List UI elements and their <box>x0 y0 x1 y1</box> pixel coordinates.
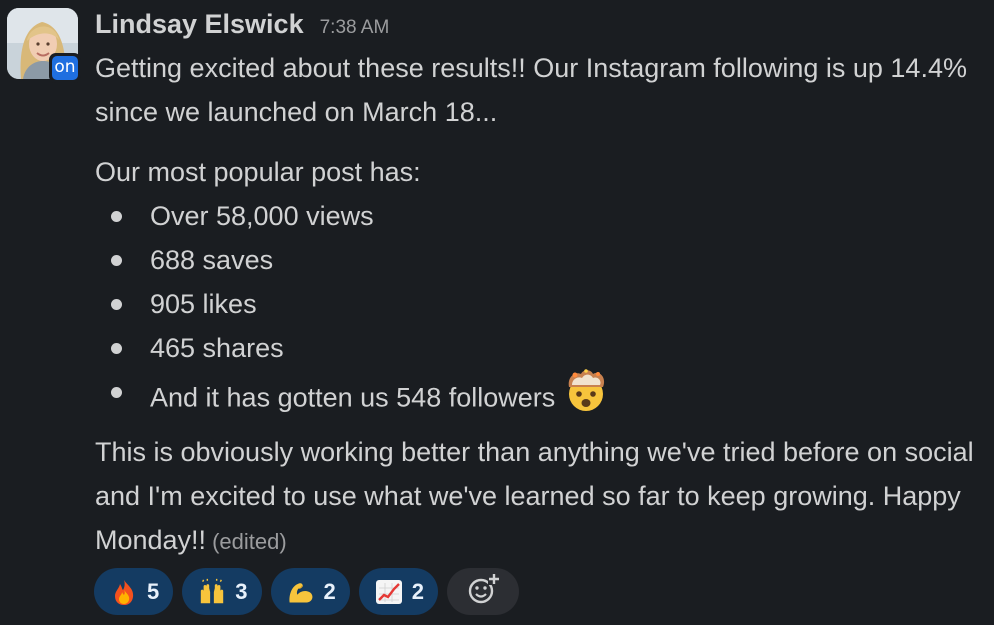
reaction-count: 5 <box>147 578 160 604</box>
edited-label: (edited) <box>212 529 287 554</box>
message: on Lindsay Elswick 7:38 AM Getting excit… <box>0 0 994 625</box>
bullet-list: Over 58,000 views 688 saves 905 likes 46… <box>95 194 990 414</box>
list-item: And it has gotten us 548 followers <box>95 369 990 414</box>
raising-hands-emoji <box>198 578 226 606</box>
list-item-text: 905 likes <box>150 289 257 319</box>
list-item-text: And it has gotten us 548 followers <box>150 382 556 413</box>
bullet-dot <box>111 387 122 398</box>
presence-indicator: on <box>49 53 81 83</box>
list-item: 465 shares <box>95 326 990 370</box>
message-paragraph: Getting excited about these results!! Ou… <box>95 53 967 127</box>
bullet-dot <box>111 299 122 310</box>
chart-increasing-emoji <box>375 578 403 606</box>
list-item: 688 saves <box>95 238 990 282</box>
exploding-head-emoji[interactable] <box>563 367 609 426</box>
reaction-fire[interactable]: 5 <box>94 568 174 615</box>
reaction-count: 3 <box>235 578 248 604</box>
add-emoji-icon <box>466 572 500 611</box>
list-item-text: 465 shares <box>150 333 284 363</box>
fire-emoji <box>110 578 138 606</box>
flexed-biceps-emoji <box>287 578 315 606</box>
list-item: Over 58,000 views <box>95 194 990 238</box>
reaction-count: 2 <box>323 578 336 604</box>
reaction-raising-hands[interactable]: 3 <box>182 568 262 615</box>
bullet-dot <box>111 255 122 266</box>
list-item: 905 likes <box>95 282 990 326</box>
bullet-dot <box>111 343 122 354</box>
reaction-chart-increasing[interactable]: 2 <box>358 568 438 615</box>
add-reaction-button[interactable] <box>447 568 519 615</box>
sender-name[interactable]: Lindsay Elswick <box>95 6 304 42</box>
message-timestamp[interactable]: 7:38 AM <box>320 10 390 46</box>
message-paragraph: This is obviously working better than an… <box>95 430 990 564</box>
list-item-text: 688 saves <box>150 245 274 275</box>
reaction-flexed-biceps[interactable]: 2 <box>270 568 350 615</box>
reaction-count: 2 <box>411 578 424 604</box>
status-badge: on <box>52 56 78 80</box>
message-header: Lindsay Elswick 7:38 AM <box>95 6 389 42</box>
bullet-dot <box>111 211 122 222</box>
reactions-bar: 5 3 2 2 <box>94 568 519 615</box>
list-item-text: Over 58,000 views <box>150 201 374 231</box>
message-paragraph: Our most popular post has: <box>95 157 421 187</box>
